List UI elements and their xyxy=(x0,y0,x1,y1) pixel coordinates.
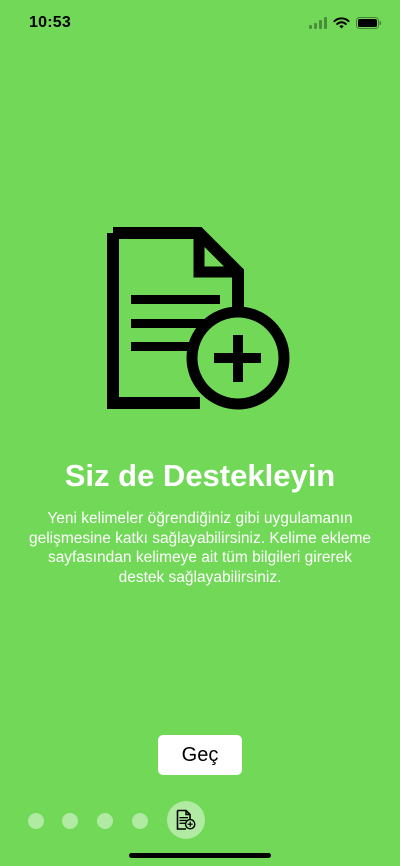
home-indicator[interactable] xyxy=(129,853,271,858)
battery-icon xyxy=(356,16,382,34)
cellular-signal-icon xyxy=(309,16,327,34)
page-indicator-dot-4[interactable] xyxy=(132,813,148,829)
page-indicator-dot-3[interactable] xyxy=(97,813,113,829)
page-indicator-dot-2[interactable] xyxy=(62,813,78,829)
status-time: 10:53 xyxy=(29,14,71,31)
page-indicator-current[interactable] xyxy=(167,801,205,839)
page-indicator-dot-1[interactable] xyxy=(28,813,44,829)
page-title: Siz de Destekleyin xyxy=(64,458,336,493)
status-bar: 10:53 xyxy=(0,0,400,46)
page-indicator xyxy=(0,801,400,839)
page-description: Yeni kelimeler öğrendiğiniz gibi uygulam… xyxy=(29,510,371,586)
wifi-icon xyxy=(333,16,350,34)
document-add-icon xyxy=(104,224,296,416)
document-add-icon xyxy=(176,809,196,830)
skip-button[interactable]: Geç xyxy=(158,735,242,775)
status-icons xyxy=(309,16,382,34)
